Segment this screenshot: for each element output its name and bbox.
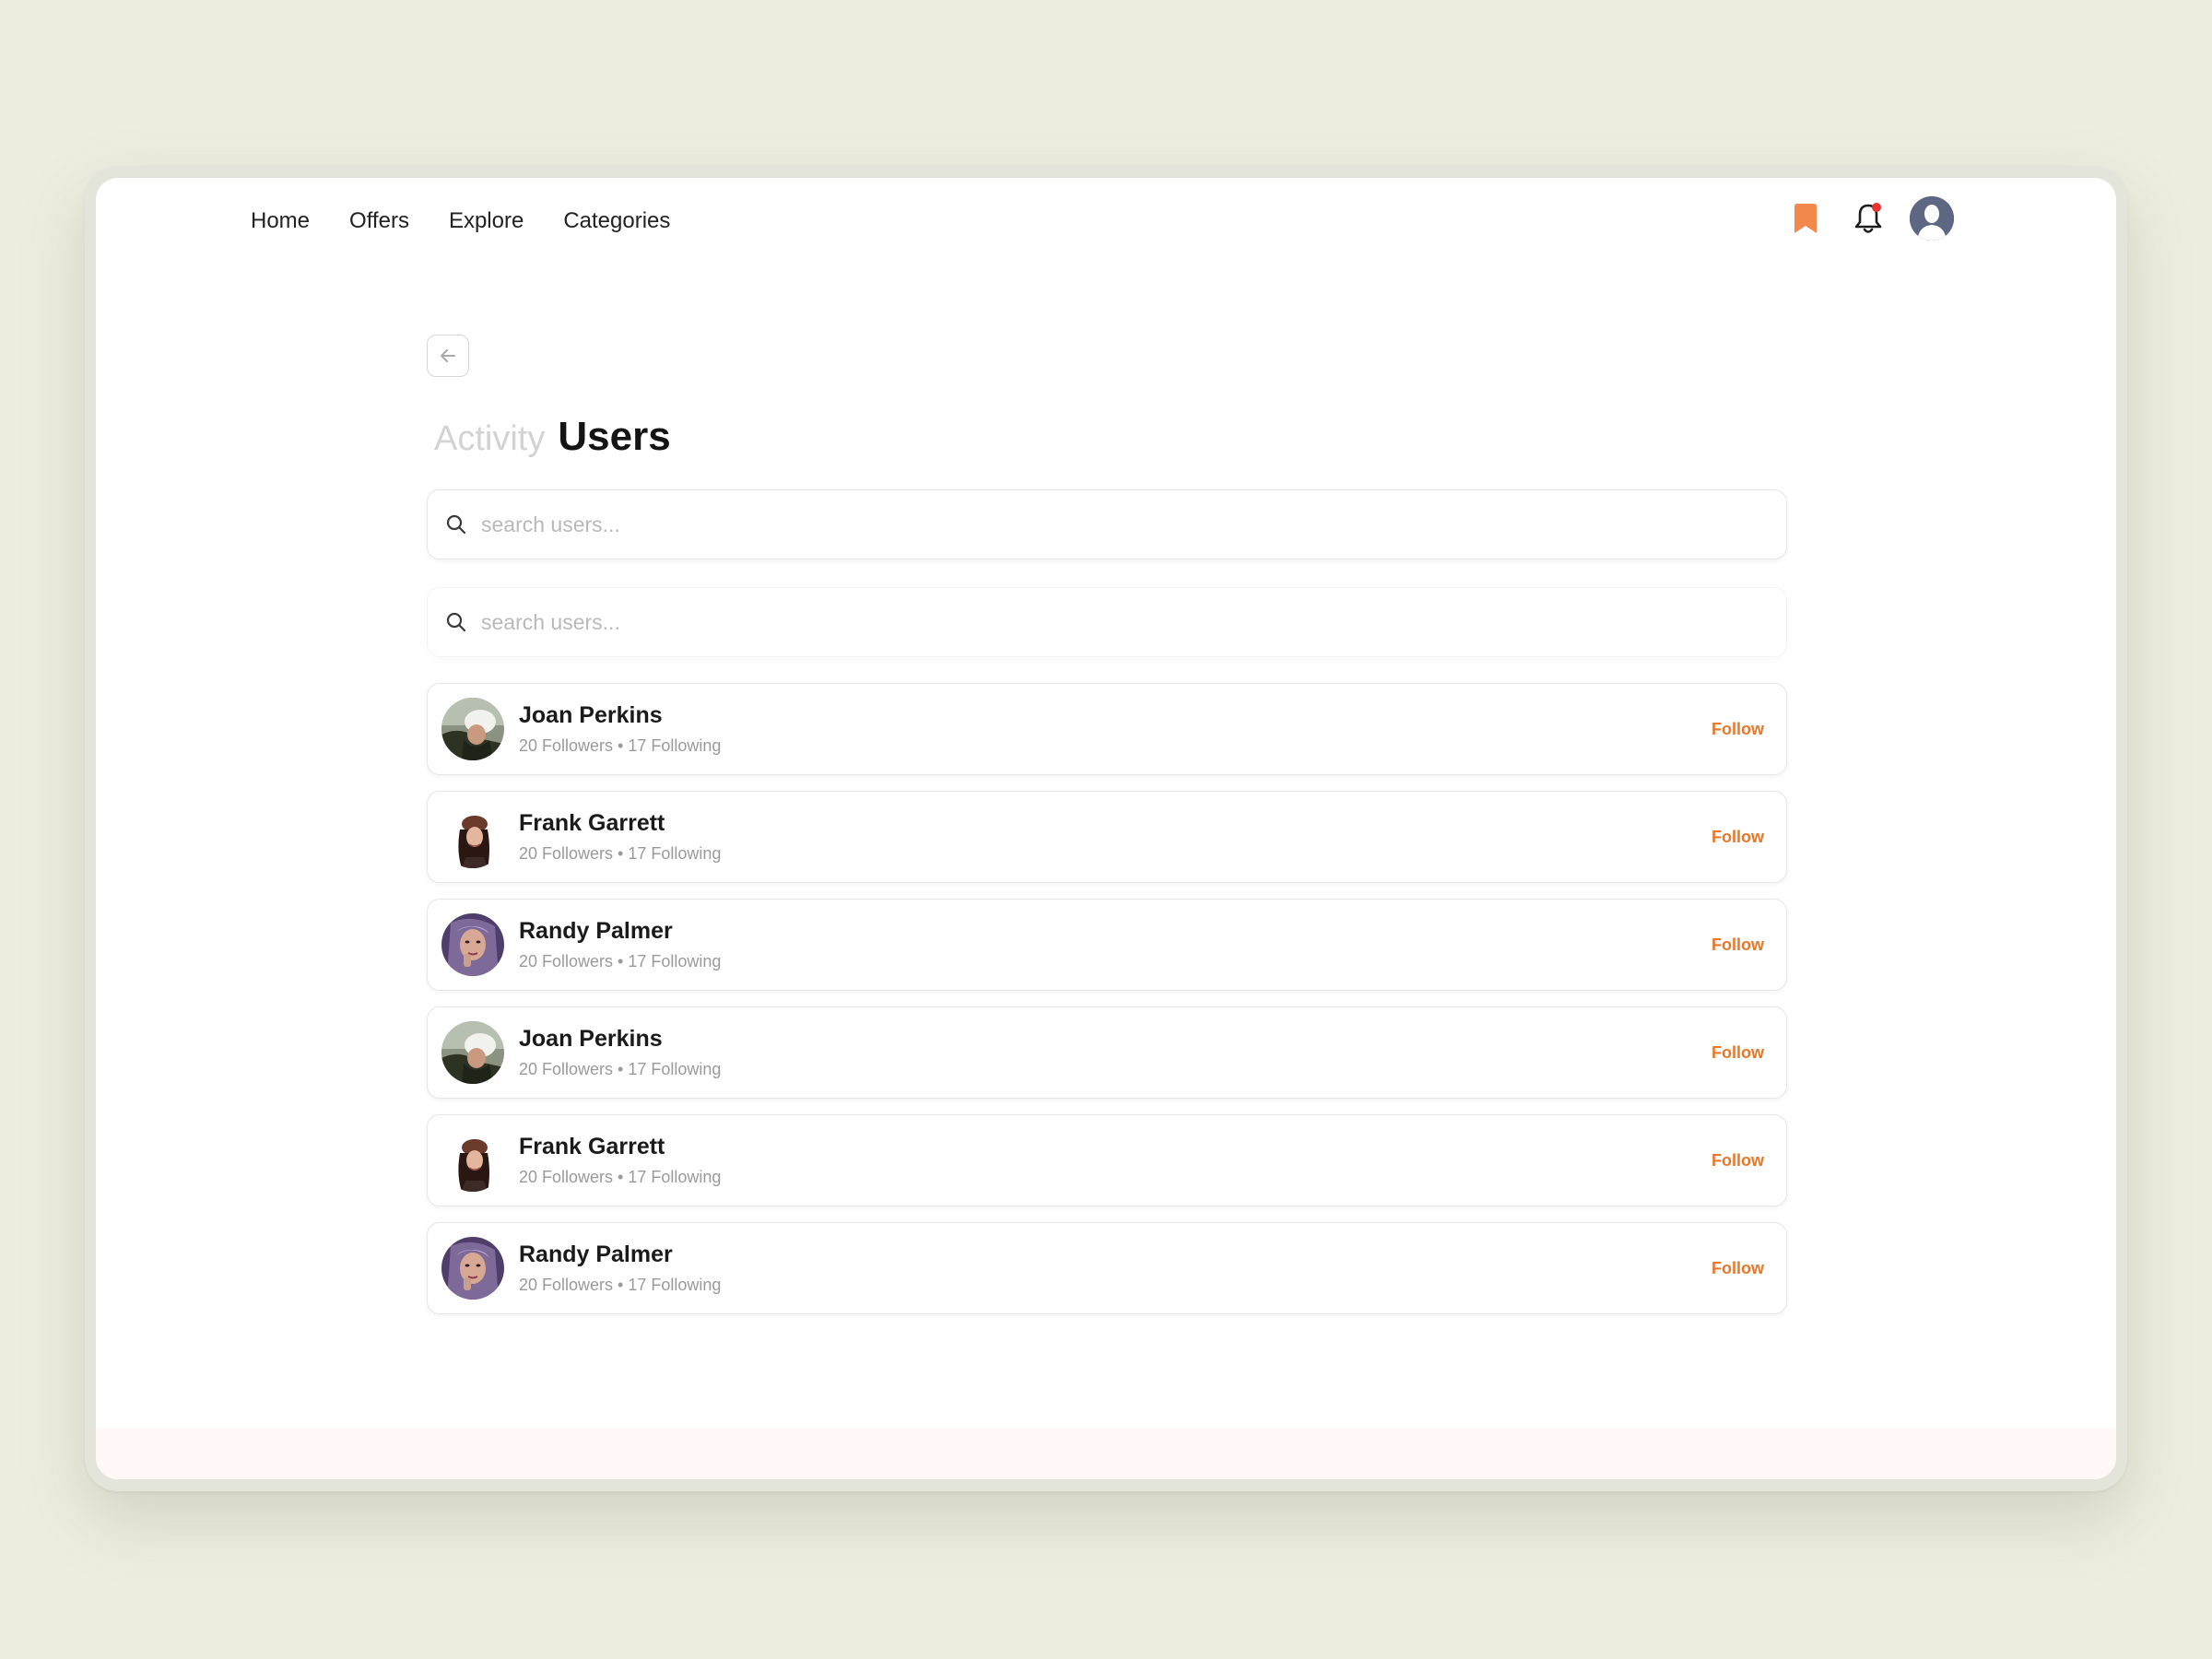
user-stats: 20 Followers • 17 Following (519, 1168, 722, 1186)
user-info: Frank Garrett 20 Followers • 17 Followin… (519, 1134, 1712, 1187)
user-name[interactable]: Randy Palmer (519, 918, 1712, 945)
user-name[interactable]: Frank Garrett (519, 810, 1712, 837)
user-name[interactable]: Joan Perkins (519, 1026, 1712, 1053)
user-avatar[interactable] (441, 1237, 504, 1300)
nav-item-explore[interactable]: Explore (449, 206, 524, 237)
follow-button[interactable]: Follow (1712, 1151, 1764, 1171)
app-window: Home Offers Explore Categories Activity … (96, 178, 2116, 1479)
search-icon (444, 512, 468, 536)
follow-button[interactable]: Follow (1712, 935, 1764, 955)
notifications-button[interactable] (1847, 197, 1889, 240)
arrow-left-icon (441, 349, 455, 362)
user-stats: 20 Followers • 17 Following (519, 844, 722, 863)
user-list: Joan Perkins 20 Followers • 17 Following… (427, 683, 1787, 1314)
follow-button[interactable]: Follow (1712, 828, 1764, 847)
page-tabs: Activity Users (427, 414, 1787, 460)
user-info: Randy Palmer 20 Followers • 17 Following (519, 918, 1712, 971)
search-input-primary[interactable] (481, 512, 1753, 537)
back-button[interactable] (427, 335, 469, 377)
search-input-secondary[interactable] (481, 609, 1753, 635)
user-info: Frank Garrett 20 Followers • 17 Followin… (519, 810, 1712, 864)
bell-icon (1854, 203, 1882, 233)
footer-strip (96, 1428, 2116, 1479)
nav-item-offers[interactable]: Offers (349, 206, 409, 237)
search-bar-secondary (427, 587, 1787, 657)
user-card: Randy Palmer 20 Followers • 17 Following… (427, 899, 1787, 991)
user-stats: 20 Followers • 17 Following (519, 736, 722, 755)
main-content: Activity Users search users... search us… (427, 335, 1787, 1314)
user-name[interactable]: Joan Perkins (519, 702, 1712, 729)
user-name[interactable]: Randy Palmer (519, 1241, 1712, 1268)
follow-button[interactable]: Follow (1712, 1259, 1764, 1278)
top-nav: Home Offers Explore Categories (251, 206, 670, 237)
notification-dot (1872, 203, 1881, 212)
app-frame: Home Offers Explore Categories Activity … (85, 166, 2127, 1491)
user-card: Randy Palmer 20 Followers • 17 Following… (427, 1222, 1787, 1314)
user-avatar[interactable] (441, 1021, 504, 1084)
nav-item-categories[interactable]: Categories (563, 206, 670, 237)
search-icon (444, 610, 468, 634)
bookmark-button[interactable] (1784, 197, 1827, 240)
user-card: Frank Garrett 20 Followers • 17 Followin… (427, 1114, 1787, 1206)
profile-avatar[interactable] (1910, 196, 1954, 241)
user-info: Randy Palmer 20 Followers • 17 Following (519, 1241, 1712, 1295)
user-avatar[interactable] (441, 1129, 504, 1192)
user-info: Joan Perkins 20 Followers • 17 Following (519, 1026, 1712, 1079)
tab-users[interactable]: Users (558, 414, 670, 460)
user-card: Joan Perkins 20 Followers • 17 Following… (427, 683, 1787, 775)
user-card: Joan Perkins 20 Followers • 17 Following… (427, 1006, 1787, 1099)
nav-item-home[interactable]: Home (251, 206, 310, 237)
user-name[interactable]: Frank Garrett (519, 1134, 1712, 1160)
search-bar-primary (427, 489, 1787, 559)
user-silhouette-icon (1910, 196, 1954, 241)
user-stats: 20 Followers • 17 Following (519, 1276, 722, 1294)
user-avatar[interactable] (441, 698, 504, 760)
follow-button[interactable]: Follow (1712, 1043, 1764, 1063)
user-stats: 20 Followers • 17 Following (519, 1060, 722, 1078)
user-card: Frank Garrett 20 Followers • 17 Followin… (427, 791, 1787, 883)
tab-activity[interactable]: Activity (434, 419, 545, 459)
header-actions (1784, 196, 1954, 241)
user-avatar[interactable] (441, 913, 504, 976)
user-stats: 20 Followers • 17 Following (519, 952, 722, 971)
user-avatar[interactable] (441, 806, 504, 868)
follow-button[interactable]: Follow (1712, 720, 1764, 739)
bookmark-icon (1794, 204, 1817, 233)
user-info: Joan Perkins 20 Followers • 17 Following (519, 702, 1712, 756)
